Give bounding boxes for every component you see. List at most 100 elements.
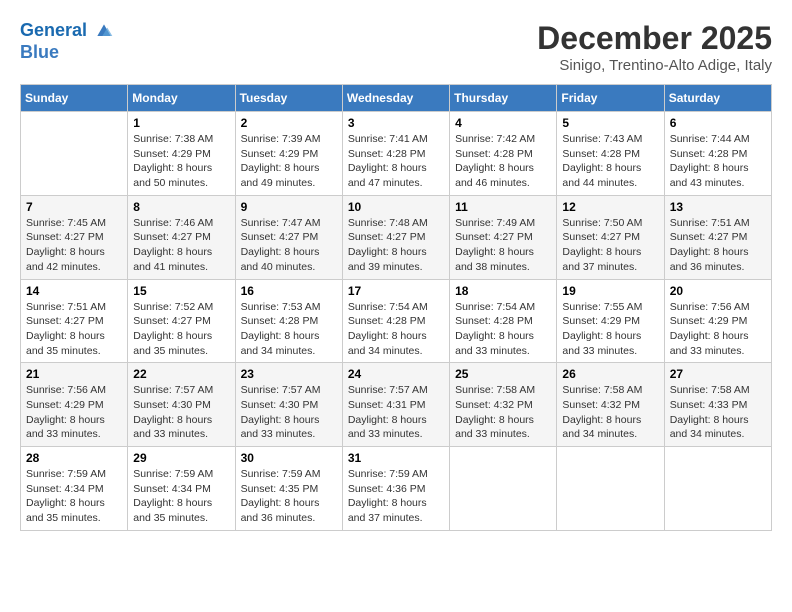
calendar-cell: 18 Sunrise: 7:54 AMSunset: 4:28 PMDayligh… [450, 279, 557, 363]
calendar-cell: 29Sunrise: 7:59 AMSunset: 4:34 PMDayligh… [128, 447, 235, 531]
day-info: Sunrise: 7:54 AMSunset: 4:28 PMDaylight:… [348, 300, 444, 359]
day-number: 31 [348, 451, 444, 465]
calendar-cell: 24 Sunrise: 7:57 AMSunset: 4:31 PMDayligh… [342, 363, 449, 447]
calendar-header-monday: Monday [128, 85, 235, 112]
calendar-header-row: SundayMondayTuesdayWednesdayThursdayFrid… [21, 85, 772, 112]
calendar-cell: 30Sunrise: 7:59 AMSunset: 4:35 PMDayligh… [235, 447, 342, 531]
day-number: 14 [26, 284, 122, 298]
day-info: Sunrise: 7:45 AMSunset: 4:27 PMDaylight:… [26, 216, 122, 275]
day-info: Sunrise: 7:59 AMSunset: 4:34 PMDaylight:… [26, 467, 122, 526]
calendar-cell: 11 Sunrise: 7:49 AMSunset: 4:27 PMDayligh… [450, 195, 557, 279]
calendar-cell: 2 Sunrise: 7:39 AMSunset: 4:29 PMDaylight… [235, 112, 342, 196]
logo-text-2: Blue [20, 42, 114, 64]
day-number: 2 [241, 116, 337, 130]
calendar-cell: 21 Sunrise: 7:56 AMSunset: 4:29 PMDayligh… [21, 363, 128, 447]
calendar-cell: 22 Sunrise: 7:57 AMSunset: 4:30 PMDayligh… [128, 363, 235, 447]
day-info: Sunrise: 7:57 AMSunset: 4:30 PMDaylight:… [133, 383, 229, 442]
page-header: General Blue December 2025 Sinigo, Trent… [20, 20, 772, 74]
calendar-week-row: 21 Sunrise: 7:56 AMSunset: 4:29 PMDayligh… [21, 363, 772, 447]
calendar-cell: 5 Sunrise: 7:43 AMSunset: 4:28 PMDaylight… [557, 112, 664, 196]
calendar-cell: 10 Sunrise: 7:48 AMSunset: 4:27 PMDayligh… [342, 195, 449, 279]
calendar-cell: 6 Sunrise: 7:44 AMSunset: 4:28 PMDaylight… [664, 112, 771, 196]
calendar-cell: 27 Sunrise: 7:58 AMSunset: 4:33 PMDayligh… [664, 363, 771, 447]
calendar-cell: 12Sunrise: 7:50 AMSunset: 4:27 PMDayligh… [557, 195, 664, 279]
day-number: 18 [455, 284, 551, 298]
day-info: Sunrise: 7:41 AMSunset: 4:28 PMDaylight:… [348, 132, 444, 191]
day-number: 27 [670, 367, 766, 381]
day-number: 4 [455, 116, 551, 130]
calendar-header-thursday: Thursday [450, 85, 557, 112]
day-number: 16 [241, 284, 337, 298]
calendar-cell: 19Sunrise: 7:55 AMSunset: 4:29 PMDayligh… [557, 279, 664, 363]
day-number: 19 [562, 284, 658, 298]
calendar-header-sunday: Sunday [21, 85, 128, 112]
calendar-cell [664, 447, 771, 531]
day-info: Sunrise: 7:59 AMSunset: 4:35 PMDaylight:… [241, 467, 337, 526]
calendar-cell [450, 447, 557, 531]
day-number: 22 [133, 367, 229, 381]
day-info: Sunrise: 7:42 AMSunset: 4:28 PMDaylight:… [455, 132, 551, 191]
calendar-week-row: 14 Sunrise: 7:51 AMSunset: 4:27 PMDayligh… [21, 279, 772, 363]
day-info: Sunrise: 7:53 AMSunset: 4:28 PMDaylight:… [241, 300, 337, 359]
day-number: 20 [670, 284, 766, 298]
day-info: Sunrise: 7:49 AMSunset: 4:27 PMDaylight:… [455, 216, 551, 275]
day-number: 8 [133, 200, 229, 214]
logo: General Blue [20, 20, 114, 63]
day-info: Sunrise: 7:44 AMSunset: 4:28 PMDaylight:… [670, 132, 766, 191]
day-info: Sunrise: 7:54 AMSunset: 4:28 PMDaylight:… [455, 300, 551, 359]
calendar-cell: 16 Sunrise: 7:53 AMSunset: 4:28 PMDayligh… [235, 279, 342, 363]
day-number: 5 [562, 116, 658, 130]
day-info: Sunrise: 7:47 AMSunset: 4:27 PMDaylight:… [241, 216, 337, 275]
day-number: 23 [241, 367, 337, 381]
day-number: 6 [670, 116, 766, 130]
day-number: 7 [26, 200, 122, 214]
calendar-cell: 7 Sunrise: 7:45 AMSunset: 4:27 PMDaylight… [21, 195, 128, 279]
calendar-cell: 15 Sunrise: 7:52 AMSunset: 4:27 PMDayligh… [128, 279, 235, 363]
calendar-cell: 28 Sunrise: 7:59 AMSunset: 4:34 PMDayligh… [21, 447, 128, 531]
calendar-cell: 31Sunrise: 7:59 AMSunset: 4:36 PMDayligh… [342, 447, 449, 531]
day-number: 28 [26, 451, 122, 465]
day-info: Sunrise: 7:39 AMSunset: 4:29 PMDaylight:… [241, 132, 337, 191]
day-info: Sunrise: 7:56 AMSunset: 4:29 PMDaylight:… [670, 300, 766, 359]
day-number: 11 [455, 200, 551, 214]
day-number: 24 [348, 367, 444, 381]
day-info: Sunrise: 7:57 AMSunset: 4:30 PMDaylight:… [241, 383, 337, 442]
calendar-cell: 1Sunrise: 7:38 AMSunset: 4:29 PMDaylight… [128, 112, 235, 196]
calendar-cell: 14 Sunrise: 7:51 AMSunset: 4:27 PMDayligh… [21, 279, 128, 363]
day-number: 26 [562, 367, 658, 381]
calendar-week-row: 1Sunrise: 7:38 AMSunset: 4:29 PMDaylight… [21, 112, 772, 196]
day-info: Sunrise: 7:51 AMSunset: 4:27 PMDaylight:… [670, 216, 766, 275]
day-info: Sunrise: 7:51 AMSunset: 4:27 PMDaylight:… [26, 300, 122, 359]
day-info: Sunrise: 7:50 AMSunset: 4:27 PMDaylight:… [562, 216, 658, 275]
calendar-cell: 25Sunrise: 7:58 AMSunset: 4:32 PMDayligh… [450, 363, 557, 447]
calendar-cell: 23 Sunrise: 7:57 AMSunset: 4:30 PMDayligh… [235, 363, 342, 447]
logo-icon [94, 21, 114, 41]
calendar-cell: 17 Sunrise: 7:54 AMSunset: 4:28 PMDayligh… [342, 279, 449, 363]
calendar-cell: 26Sunrise: 7:58 AMSunset: 4:32 PMDayligh… [557, 363, 664, 447]
day-number: 15 [133, 284, 229, 298]
calendar-week-row: 7 Sunrise: 7:45 AMSunset: 4:27 PMDaylight… [21, 195, 772, 279]
day-info: Sunrise: 7:52 AMSunset: 4:27 PMDaylight:… [133, 300, 229, 359]
calendar-cell: 9Sunrise: 7:47 AMSunset: 4:27 PMDaylight… [235, 195, 342, 279]
day-number: 21 [26, 367, 122, 381]
calendar-cell: 4 Sunrise: 7:42 AMSunset: 4:28 PMDaylight… [450, 112, 557, 196]
day-info: Sunrise: 7:43 AMSunset: 4:28 PMDaylight:… [562, 132, 658, 191]
page-subtitle: Sinigo, Trentino-Alto Adige, Italy [537, 57, 772, 74]
day-info: Sunrise: 7:57 AMSunset: 4:31 PMDaylight:… [348, 383, 444, 442]
title-section: December 2025 Sinigo, Trentino-Alto Adig… [537, 20, 772, 74]
day-info: Sunrise: 7:46 AMSunset: 4:27 PMDaylight:… [133, 216, 229, 275]
day-info: Sunrise: 7:56 AMSunset: 4:29 PMDaylight:… [26, 383, 122, 442]
day-info: Sunrise: 7:59 AMSunset: 4:34 PMDaylight:… [133, 467, 229, 526]
calendar-cell: 13Sunrise: 7:51 AMSunset: 4:27 PMDayligh… [664, 195, 771, 279]
day-number: 10 [348, 200, 444, 214]
day-info: Sunrise: 7:58 AMSunset: 4:33 PMDaylight:… [670, 383, 766, 442]
calendar-cell [557, 447, 664, 531]
day-info: Sunrise: 7:38 AMSunset: 4:29 PMDaylight:… [133, 132, 229, 191]
calendar-header-saturday: Saturday [664, 85, 771, 112]
day-info: Sunrise: 7:58 AMSunset: 4:32 PMDaylight:… [455, 383, 551, 442]
calendar-cell [21, 112, 128, 196]
day-info: Sunrise: 7:48 AMSunset: 4:27 PMDaylight:… [348, 216, 444, 275]
day-number: 17 [348, 284, 444, 298]
calendar-cell: 3Sunrise: 7:41 AMSunset: 4:28 PMDaylight… [342, 112, 449, 196]
calendar-week-row: 28 Sunrise: 7:59 AMSunset: 4:34 PMDayligh… [21, 447, 772, 531]
